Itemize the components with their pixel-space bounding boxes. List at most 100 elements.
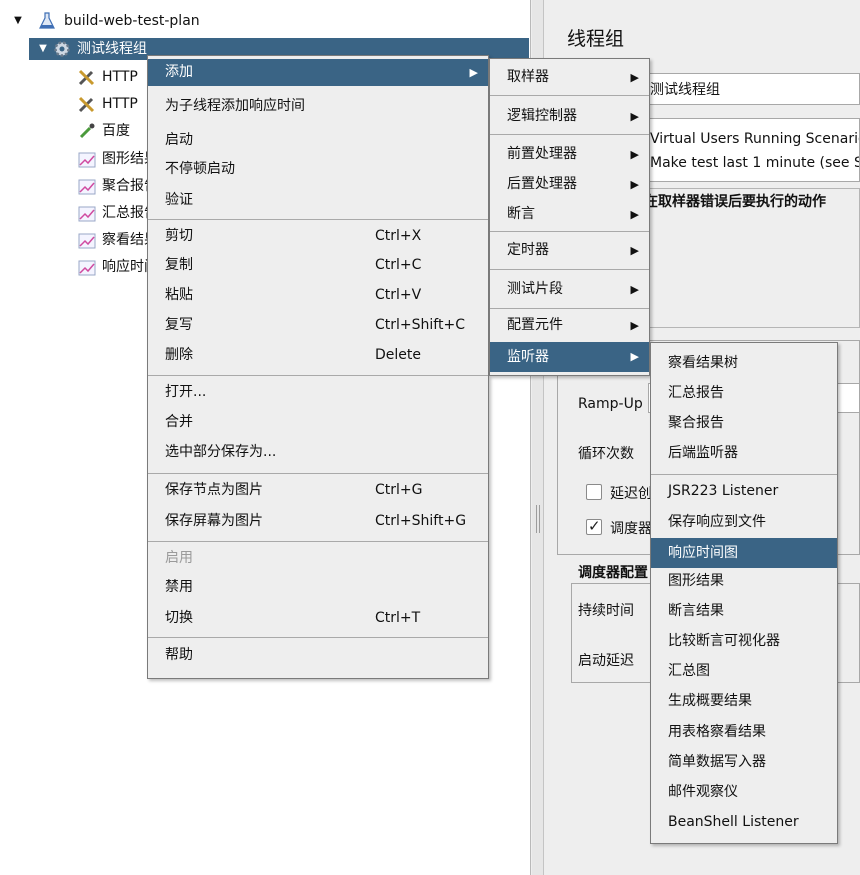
menu-item-save-selection-as[interactable]: 选中部分保存为... [148,439,488,466]
menu-item-label: 粘贴 [165,287,193,303]
comments-field[interactable]: Virtual Users Running Scenario Make test… [643,118,860,182]
menu-item-sampler[interactable]: 取样器 ▶ [490,64,649,91]
menu-item-view-results-in-table[interactable]: 用表格察看结果 [651,719,837,746]
menu-item-paste[interactable]: 粘贴 Ctrl+V [148,282,488,309]
menu-separator [490,134,649,135]
menu-item-label: 启用 [165,550,193,566]
menu-item-label: 保存屏幕为图片 [165,513,263,529]
shortcut-label: Ctrl+X [375,228,422,244]
menu-item-merge[interactable]: 合并 [148,409,488,436]
menu-item-delete[interactable]: 删除 Delete [148,342,488,369]
menu-item-label: 汇总报告 [668,385,724,401]
menu-item-label: 断言 [507,206,535,222]
menu-item-comparison-assertion-visualizer[interactable]: 比较断言可视化器 [651,628,837,655]
menu-item-label: 为子线程添加响应时间 [165,98,305,114]
menu-item-summary-report[interactable]: 汇总报告 [651,380,837,407]
menu-item-aggregate-graph[interactable]: 汇总图 [651,658,837,685]
tree-node-listener[interactable]: 响应时间图 [78,256,172,278]
menu-item-simple-data-writer[interactable]: 简单数据写入器 [651,749,837,776]
menu-separator [490,231,649,232]
menu-item-open[interactable]: 打开... [148,379,488,406]
menu-item-label: 验证 [165,192,193,208]
menu-item-test-fragment[interactable]: 测试片段 ▶ [490,276,649,303]
menu-item-label: BeanShell Listener [668,814,799,830]
menu-item-assertion[interactable]: 断言 ▶ [490,201,649,228]
menu-item-cut[interactable]: 剪切 Ctrl+X [148,223,488,250]
menu-item-add-response-time[interactable]: 为子线程添加响应时间 [148,93,488,120]
tree-label: 测试线程组 [77,41,147,57]
scheduler-label: 调度器 [610,521,652,537]
menu-item-label: 后端监听器 [668,445,738,461]
menu-item-help[interactable]: 帮助 [148,642,488,669]
gear-icon [53,40,71,58]
menu-item-label: 禁用 [165,579,193,595]
shortcut-label: Ctrl+T [375,610,421,626]
menu-item-label: 断言结果 [668,603,724,619]
expand-icon[interactable]: ▼ [12,10,24,32]
menu-item-response-time-graph[interactable]: 响应时间图 [651,538,837,568]
menu-item-start[interactable]: 启动 [148,127,488,154]
menu-item-jsr223-listener[interactable]: JSR223 Listener [651,478,837,505]
menu-separator [490,308,649,309]
menu-separator [490,269,649,270]
menu-item-beanshell-listener[interactable]: BeanShell Listener [651,809,837,836]
tree-node-listener[interactable]: 汇总报告 [78,202,158,224]
menu-item-save-node-as-image[interactable]: 保存节点为图片 Ctrl+G [148,477,488,504]
tree-node-http-sampler[interactable]: HTTP [78,66,158,88]
menu-item-label: 启动 [165,132,193,148]
menu-item-add[interactable]: 添加 ▶ [148,59,488,86]
menu-item-disable[interactable]: 禁用 [148,574,488,601]
menu-item-label: 保存响应到文件 [668,514,766,530]
menu-item-toggle[interactable]: 切换 Ctrl+T [148,605,488,632]
name-field[interactable]: 测试线程组 [643,73,860,105]
menu-item-post-processor[interactable]: 后置处理器 ▶ [490,171,649,198]
menu-item-backend-listener[interactable]: 后端监听器 [651,440,837,467]
menu-item-timer[interactable]: 定时器 ▶ [490,237,649,264]
menu-item-validate[interactable]: 验证 [148,187,488,214]
tree-node-test-plan[interactable]: ▼ build-web-test-plan [0,10,531,32]
menu-item-mailer-visualizer[interactable]: 邮件观察仪 [651,779,837,806]
comment-line: Make test last 1 minute (see Scheduler) [650,155,859,171]
menu-item-label: 帮助 [165,647,193,663]
menu-item-save-responses-to-file[interactable]: 保存响应到文件 [651,509,837,536]
divider-grip[interactable] [536,505,540,533]
submenu-arrow-icon: ▶ [630,148,639,161]
scheduler-config-heading: 调度器配置 [578,565,648,581]
menu-item-listener[interactable]: 监听器 ▶ [490,342,649,372]
delay-thread-creation-checkbox[interactable] [586,484,602,500]
tree-label: HTTP [102,69,138,85]
menu-separator [148,375,488,376]
menu-item-label: 不停顿启动 [165,161,235,177]
menu-item-label: 监听器 [507,349,549,365]
menu-separator [148,637,488,638]
menu-item-pre-processor[interactable]: 前置处理器 ▶ [490,141,649,168]
menu-item-generate-summary-results[interactable]: 生成概要结果 [651,688,837,715]
menu-item-assertion-results[interactable]: 断言结果 [651,598,837,625]
tree-node-listener[interactable]: 图形结果 [78,148,158,170]
expand-icon[interactable]: ▼ [37,38,49,60]
scheduler-checkbox[interactable] [586,517,602,535]
menu-item-label: 定时器 [507,242,549,258]
menu-item-logic-controller[interactable]: 逻辑控制器 ▶ [490,103,649,130]
menu-item-copy[interactable]: 复制 Ctrl+C [148,252,488,279]
tree-node-listener[interactable]: 察看结果树 [78,229,172,251]
tree-node-http-sampler[interactable]: HTTP [78,93,158,115]
menu-item-label: 取样器 [507,69,549,85]
sampler-error-action-group: 在取样器错误后要执行的动作 [643,188,860,328]
tree-node-listener[interactable]: 聚合报告 [78,175,158,197]
menu-item-view-results-tree[interactable]: 察看结果树 [651,350,837,377]
tree-node-assertion[interactable]: 百度 [78,120,158,142]
flask-icon [38,12,56,30]
menu-item-graph-results[interactable]: 图形结果 [651,568,837,595]
menu-item-aggregate-report[interactable]: 聚合报告 [651,410,837,437]
menu-item-label: 删除 [165,347,193,363]
shortcut-label: Ctrl+G [375,482,423,498]
menu-item-duplicate[interactable]: 复写 Ctrl+Shift+C [148,312,488,339]
chart-icon [78,233,96,251]
submenu-arrow-icon: ▶ [469,66,478,79]
context-menu: 添加 ▶ 为子线程添加响应时间 启动 不停顿启动 验证 剪切 Ctrl+X 复制 C… [147,55,489,679]
menu-item-config-element[interactable]: 配置元件 ▶ [490,312,649,339]
menu-item-save-screen-as-image[interactable]: 保存屏幕为图片 Ctrl+Shift+G [148,508,488,535]
menu-item-start-no-pause[interactable]: 不停顿启动 [148,156,488,183]
add-submenu: 取样器 ▶ 逻辑控制器 ▶ 前置处理器 ▶ 后置处理器 ▶ 断言 ▶ 定时器 ▶ 测试片段 ▶… [489,58,650,376]
